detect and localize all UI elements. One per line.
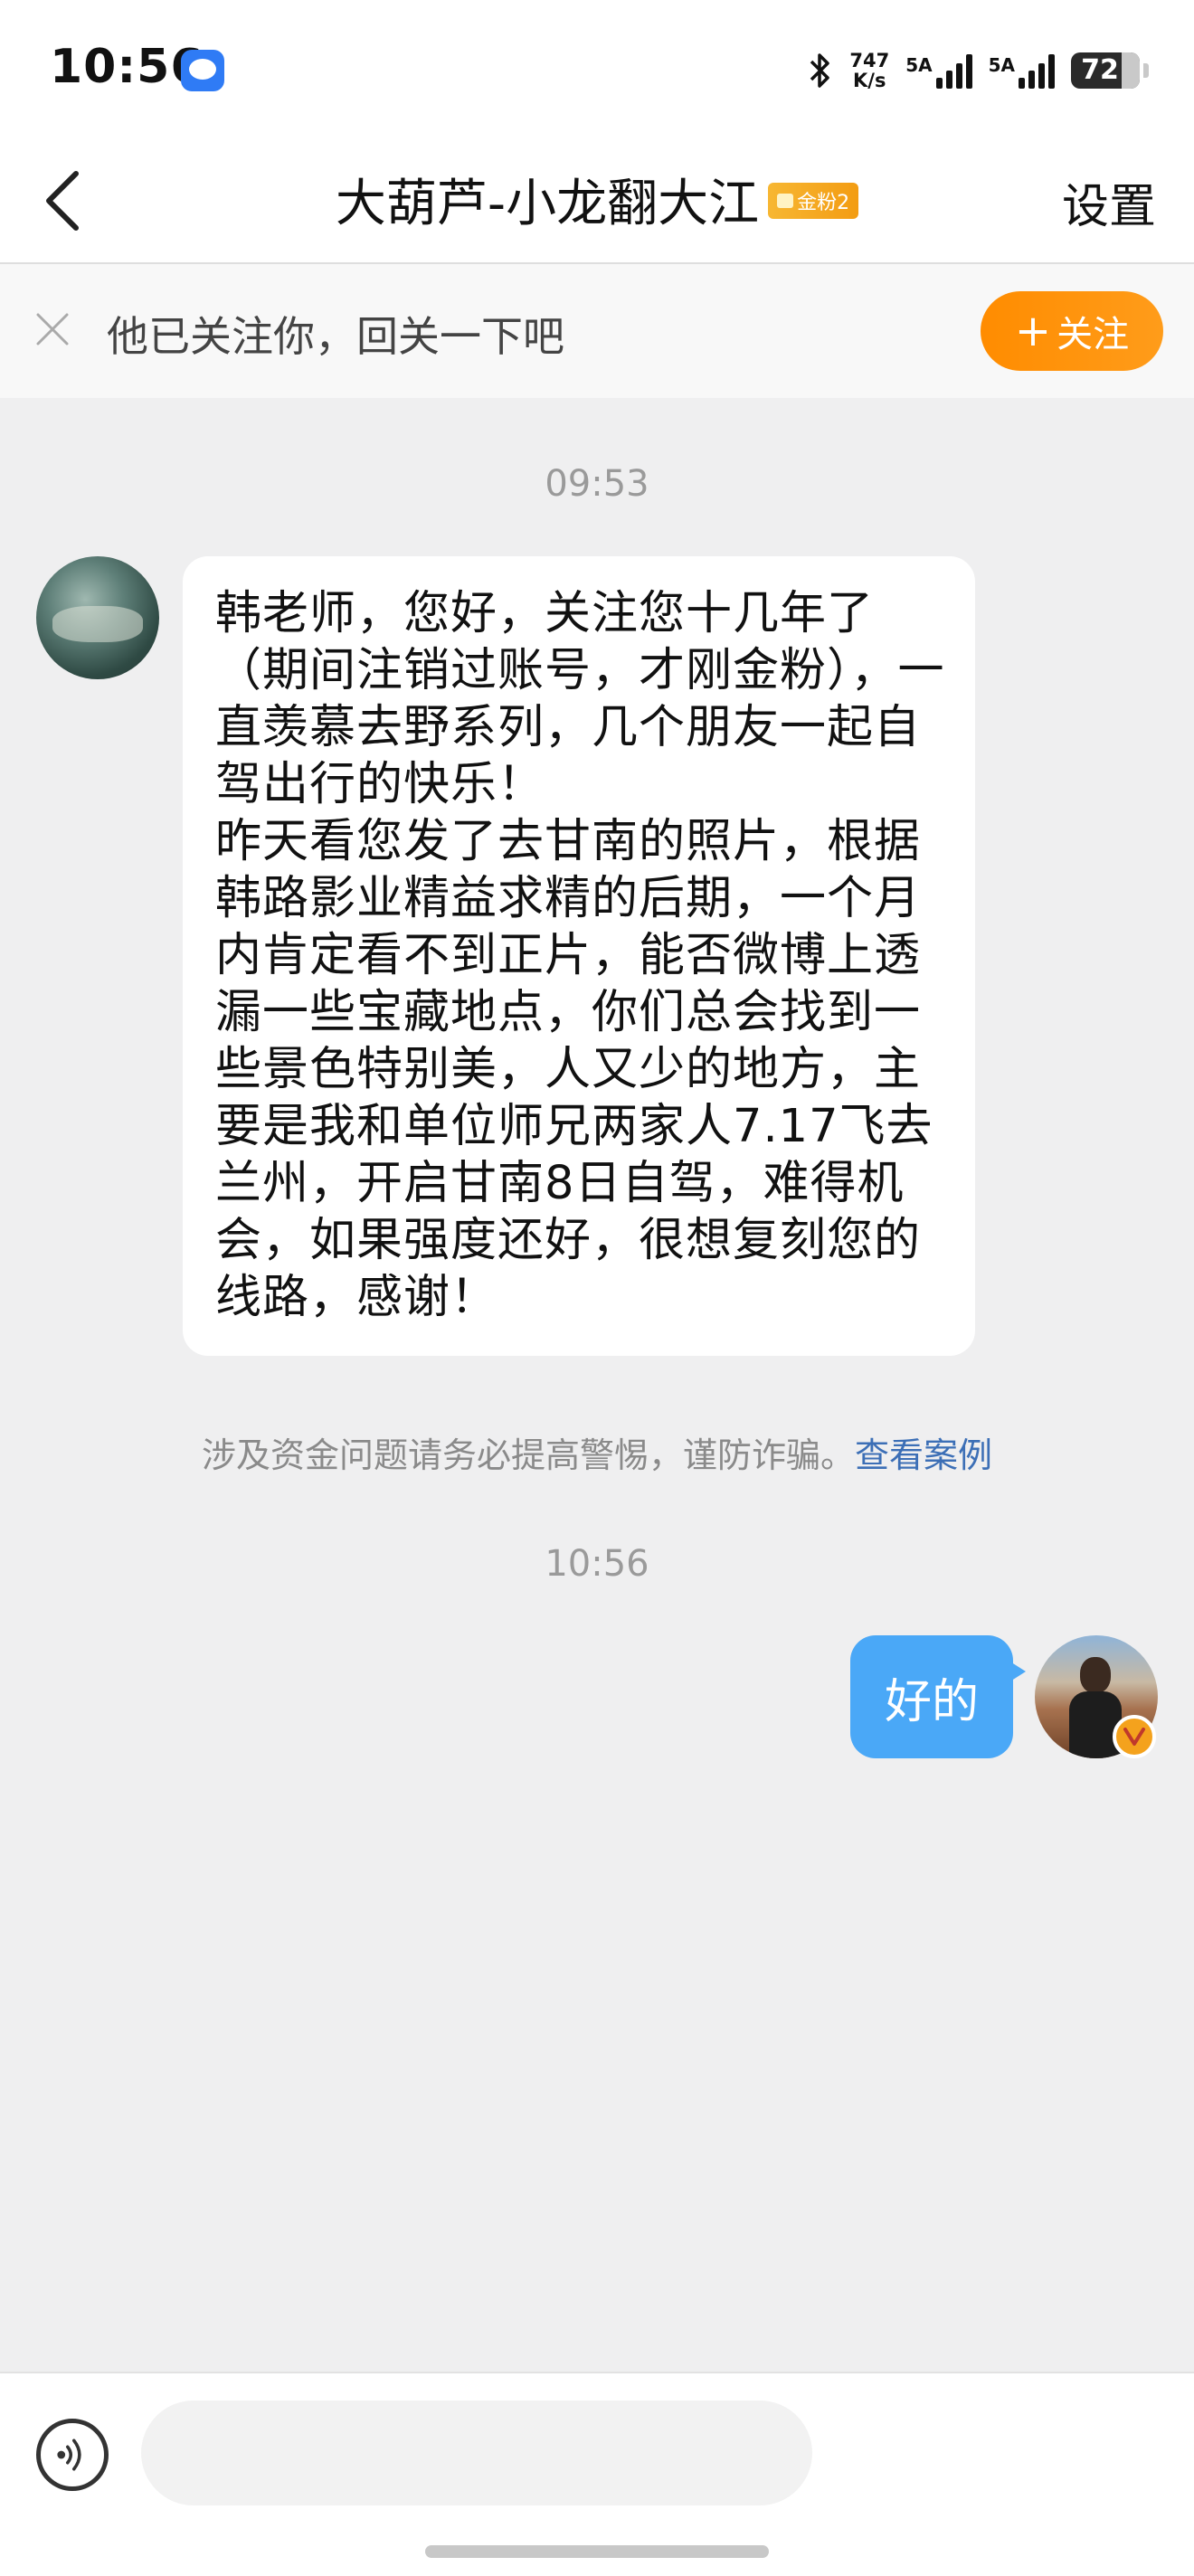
network-speed-value: 747	[849, 50, 890, 71]
voice-input-button[interactable]	[36, 2419, 109, 2491]
message-timestamp: 09:53	[545, 463, 649, 505]
signal-2-bars-icon	[1019, 52, 1055, 89]
signal-1-label: 5A	[905, 54, 933, 76]
fraud-warning: 涉及资金问题请务必提高警惕，谨防诈骗。查看案例	[0, 1427, 1194, 1477]
status-indicators: 747 K/s 5A 5A 72	[808, 43, 1149, 98]
fan-level-badge: 金粉2	[768, 183, 859, 219]
settings-button[interactable]: 设置	[1062, 168, 1156, 236]
crown-icon	[777, 194, 794, 208]
message-input[interactable]	[141, 2401, 812, 2505]
status-bar: 10:56 747 K/s 5A 5A 72	[0, 0, 1194, 136]
voice-icon	[57, 2439, 81, 2471]
sender-avatar[interactable]	[36, 556, 159, 679]
message-input-bar	[0, 2372, 1194, 2576]
message-timestamp: 10:56	[545, 1543, 649, 1585]
fraud-warning-text: 涉及资金问题请务必提高警惕，谨防诈骗。	[201, 1435, 855, 1475]
follow-button-label: 关注	[1057, 314, 1130, 355]
plus-icon: +	[1014, 306, 1052, 356]
header-title-group: 大葫芦-小龙翻大江 金粉2	[0, 163, 1194, 235]
battery-level: 72	[1081, 54, 1119, 86]
close-icon[interactable]	[33, 309, 72, 349]
incoming-message-bubble[interactable]: 韩老师，您好，关注您十几年了（期间注销过账号，才刚金粉），一直羡慕去野系列，几个…	[183, 556, 975, 1356]
view-cases-link[interactable]: 查看案例	[855, 1435, 992, 1475]
bluetooth-icon	[810, 53, 830, 88]
follow-button[interactable]: + 关注	[981, 291, 1163, 371]
network-speed: 747 K/s	[849, 51, 889, 90]
verified-v-icon	[1113, 1715, 1156, 1758]
signal-2-label: 5A	[988, 54, 1015, 76]
follow-back-text: 他已关注你，回关一下吧	[107, 312, 564, 361]
follow-back-banner: 他已关注你，回关一下吧 + 关注	[0, 264, 1194, 398]
incoming-message-paragraph: 昨天看您发了去甘南的照片，根据韩路影业精益求精的后期，一个月内肯定看不到正片，能…	[215, 815, 933, 1324]
battery-icon: 72	[1071, 52, 1149, 89]
signal-1: 5A	[905, 52, 972, 89]
message-notification-icon	[181, 50, 224, 91]
signal-1-bars-icon	[935, 52, 972, 89]
outgoing-message-bubble[interactable]: 好的	[850, 1635, 1026, 1758]
incoming-message-paragraph: 韩老师，您好，关注您十几年了（期间注销过账号，才刚金粉），一直羡慕去野系列，几个…	[215, 587, 945, 811]
home-indicator[interactable]	[425, 2545, 769, 2558]
chat-header: 大葫芦-小龙翻大江 金粉2 设置	[0, 136, 1194, 264]
network-speed-unit: K/s	[853, 70, 886, 91]
signal-2: 5A	[989, 52, 1055, 89]
page-title: 大葫芦-小龙翻大江	[335, 174, 760, 233]
outgoing-message-text: 好的	[884, 1674, 979, 1729]
v-check-icon	[1123, 1728, 1145, 1746]
fan-level-text: 金粉2	[797, 192, 850, 214]
